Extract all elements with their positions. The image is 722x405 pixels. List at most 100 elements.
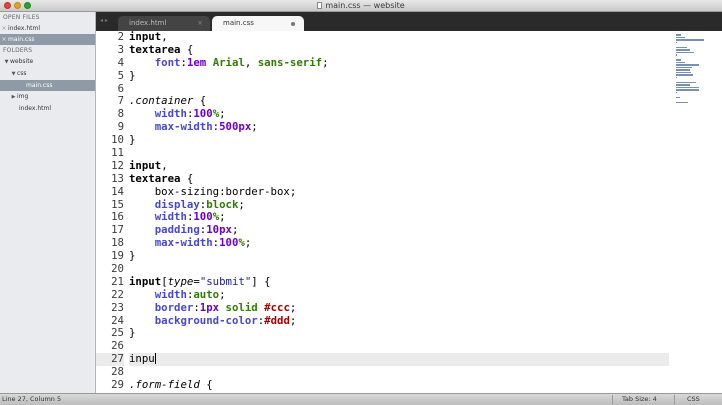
code-line[interactable]: max-width:500px; — [129, 120, 669, 134]
minimap-line — [676, 36, 685, 38]
code-token: ; — [244, 236, 252, 250]
code-token: { — [180, 171, 194, 185]
open-file-main-css[interactable]: ×main.css — [0, 34, 95, 45]
tab-navigation-arrows[interactable]: ◂ ▸ — [100, 17, 108, 24]
code-line[interactable]: max-width:100%; — [129, 236, 669, 250]
code-token: { — [180, 42, 194, 56]
line-number: 12 — [111, 158, 124, 172]
close-file-icon[interactable]: × — [0, 34, 8, 45]
text-cursor — [154, 353, 156, 365]
line-number: 4 — [117, 55, 124, 69]
minimap-line — [676, 64, 700, 66]
code-token: .form-field — [129, 378, 200, 392]
close-file-icon[interactable]: × — [0, 23, 8, 34]
minimap-line — [676, 66, 693, 68]
code-token: ; — [322, 55, 329, 69]
minimap-line — [676, 34, 682, 36]
code-line[interactable]: .form-field { — [129, 378, 669, 392]
folder-website[interactable]: ▼ website — [0, 56, 95, 68]
folder-css[interactable]: ▼ css — [0, 68, 95, 80]
file-label: index.html — [19, 105, 51, 112]
code-line[interactable]: input, — [129, 158, 669, 173]
line-number: 22 — [111, 287, 124, 301]
code-line[interactable]: } — [129, 327, 669, 340]
minimap-line — [676, 61, 685, 63]
file-main-css[interactable]: main.css — [0, 80, 95, 91]
code-token: 1em — [186, 55, 207, 69]
code-area[interactable]: input, textarea { font:1em Arial, sans-se… — [129, 31, 669, 392]
close-tab-icon[interactable]: × — [197, 16, 203, 31]
code-token: type — [167, 274, 194, 288]
code-token: 100 — [193, 107, 213, 121]
code-token: #ddd — [264, 313, 290, 327]
open-file-index-html[interactable]: ×index.html — [0, 23, 95, 34]
code-token: 100 — [219, 236, 239, 250]
code-token: font — [154, 55, 181, 69]
folder-expanded-icon[interactable]: ▼ — [3, 57, 10, 68]
code-token: width — [154, 107, 187, 121]
code-line[interactable]: } — [129, 249, 669, 263]
folder-expanded-icon[interactable]: ▼ — [10, 69, 17, 80]
code-line[interactable]: input, — [129, 31, 669, 44]
code-token: textarea — [129, 171, 181, 185]
code-token: block — [206, 197, 239, 211]
file-index-html[interactable]: index.html — [0, 103, 95, 114]
line-number-gutter: 2 3 4 5 6 7 8 9 10 11 12 13 14 15 16 17 18 19 20 21 22 23 24 25… — [96, 31, 124, 393]
code-token: , — [161, 158, 168, 172]
code-token: ; — [231, 223, 239, 237]
code-token: input — [129, 31, 162, 43]
code-token: input — [129, 158, 162, 172]
code-token: } — [129, 133, 136, 147]
code-token: background-color — [154, 313, 258, 327]
minimap[interactable] — [676, 34, 706, 103]
line-number: 5 — [117, 68, 124, 82]
unsaved-indicator-icon[interactable] — [291, 22, 295, 26]
minimap-line — [676, 59, 682, 61]
code-token: textarea — [129, 42, 181, 56]
code-line[interactable] — [129, 340, 669, 353]
code-token: ; — [251, 120, 258, 134]
code-token: display — [154, 197, 200, 211]
code-token: ; — [289, 300, 297, 314]
code-line[interactable] — [129, 147, 669, 160]
line-number: 29 — [111, 378, 124, 392]
open-file-label: index.html — [8, 25, 40, 32]
tab-size-selector[interactable]: Tab Size: 4 — [622, 394, 657, 405]
code-token: ; — [219, 287, 226, 301]
code-token: "submit" — [199, 274, 252, 288]
code-line[interactable]: background-color:#ddd; — [129, 313, 669, 328]
line-number: 20 — [111, 262, 124, 276]
code-token: ; — [238, 197, 245, 211]
code-token: ; — [219, 210, 226, 224]
syntax-selector[interactable]: CSS — [687, 394, 700, 405]
open-files-header: OPEN FILES — [3, 14, 40, 21]
minimap-line — [676, 41, 677, 43]
folder-img[interactable]: ▶ img — [0, 91, 95, 103]
code-token: ; — [219, 107, 226, 121]
code-token: width — [154, 287, 187, 301]
code-line[interactable]: } — [129, 133, 669, 147]
code-token: 10px — [206, 223, 232, 237]
file-label: main.css — [26, 82, 53, 89]
minimap-line — [676, 49, 690, 51]
minimap-line — [676, 96, 680, 98]
minimap-line — [676, 39, 704, 41]
tab-label: main.css — [223, 19, 254, 27]
code-editor[interactable]: 2 3 4 5 6 7 8 9 10 11 12 13 14 15 16 17 18 19 20 21 22 23 24 25… — [96, 31, 722, 393]
code-line[interactable]: } — [129, 69, 669, 83]
tab-main-css[interactable]: main.css — [212, 16, 304, 31]
folder-collapsed-icon[interactable]: ▶ — [10, 92, 17, 103]
line-number: 21 — [111, 274, 124, 288]
folders-header: FOLDERS — [3, 47, 33, 54]
code-token: 500px — [219, 120, 252, 134]
tab-index-html[interactable]: index.html × — [118, 16, 210, 31]
status-divider — [674, 395, 675, 404]
code-line[interactable]: inpu — [129, 352, 669, 367]
code-line[interactable]: font:1em Arial, sans-serif; — [129, 55, 669, 70]
code-line[interactable] — [129, 83, 669, 96]
